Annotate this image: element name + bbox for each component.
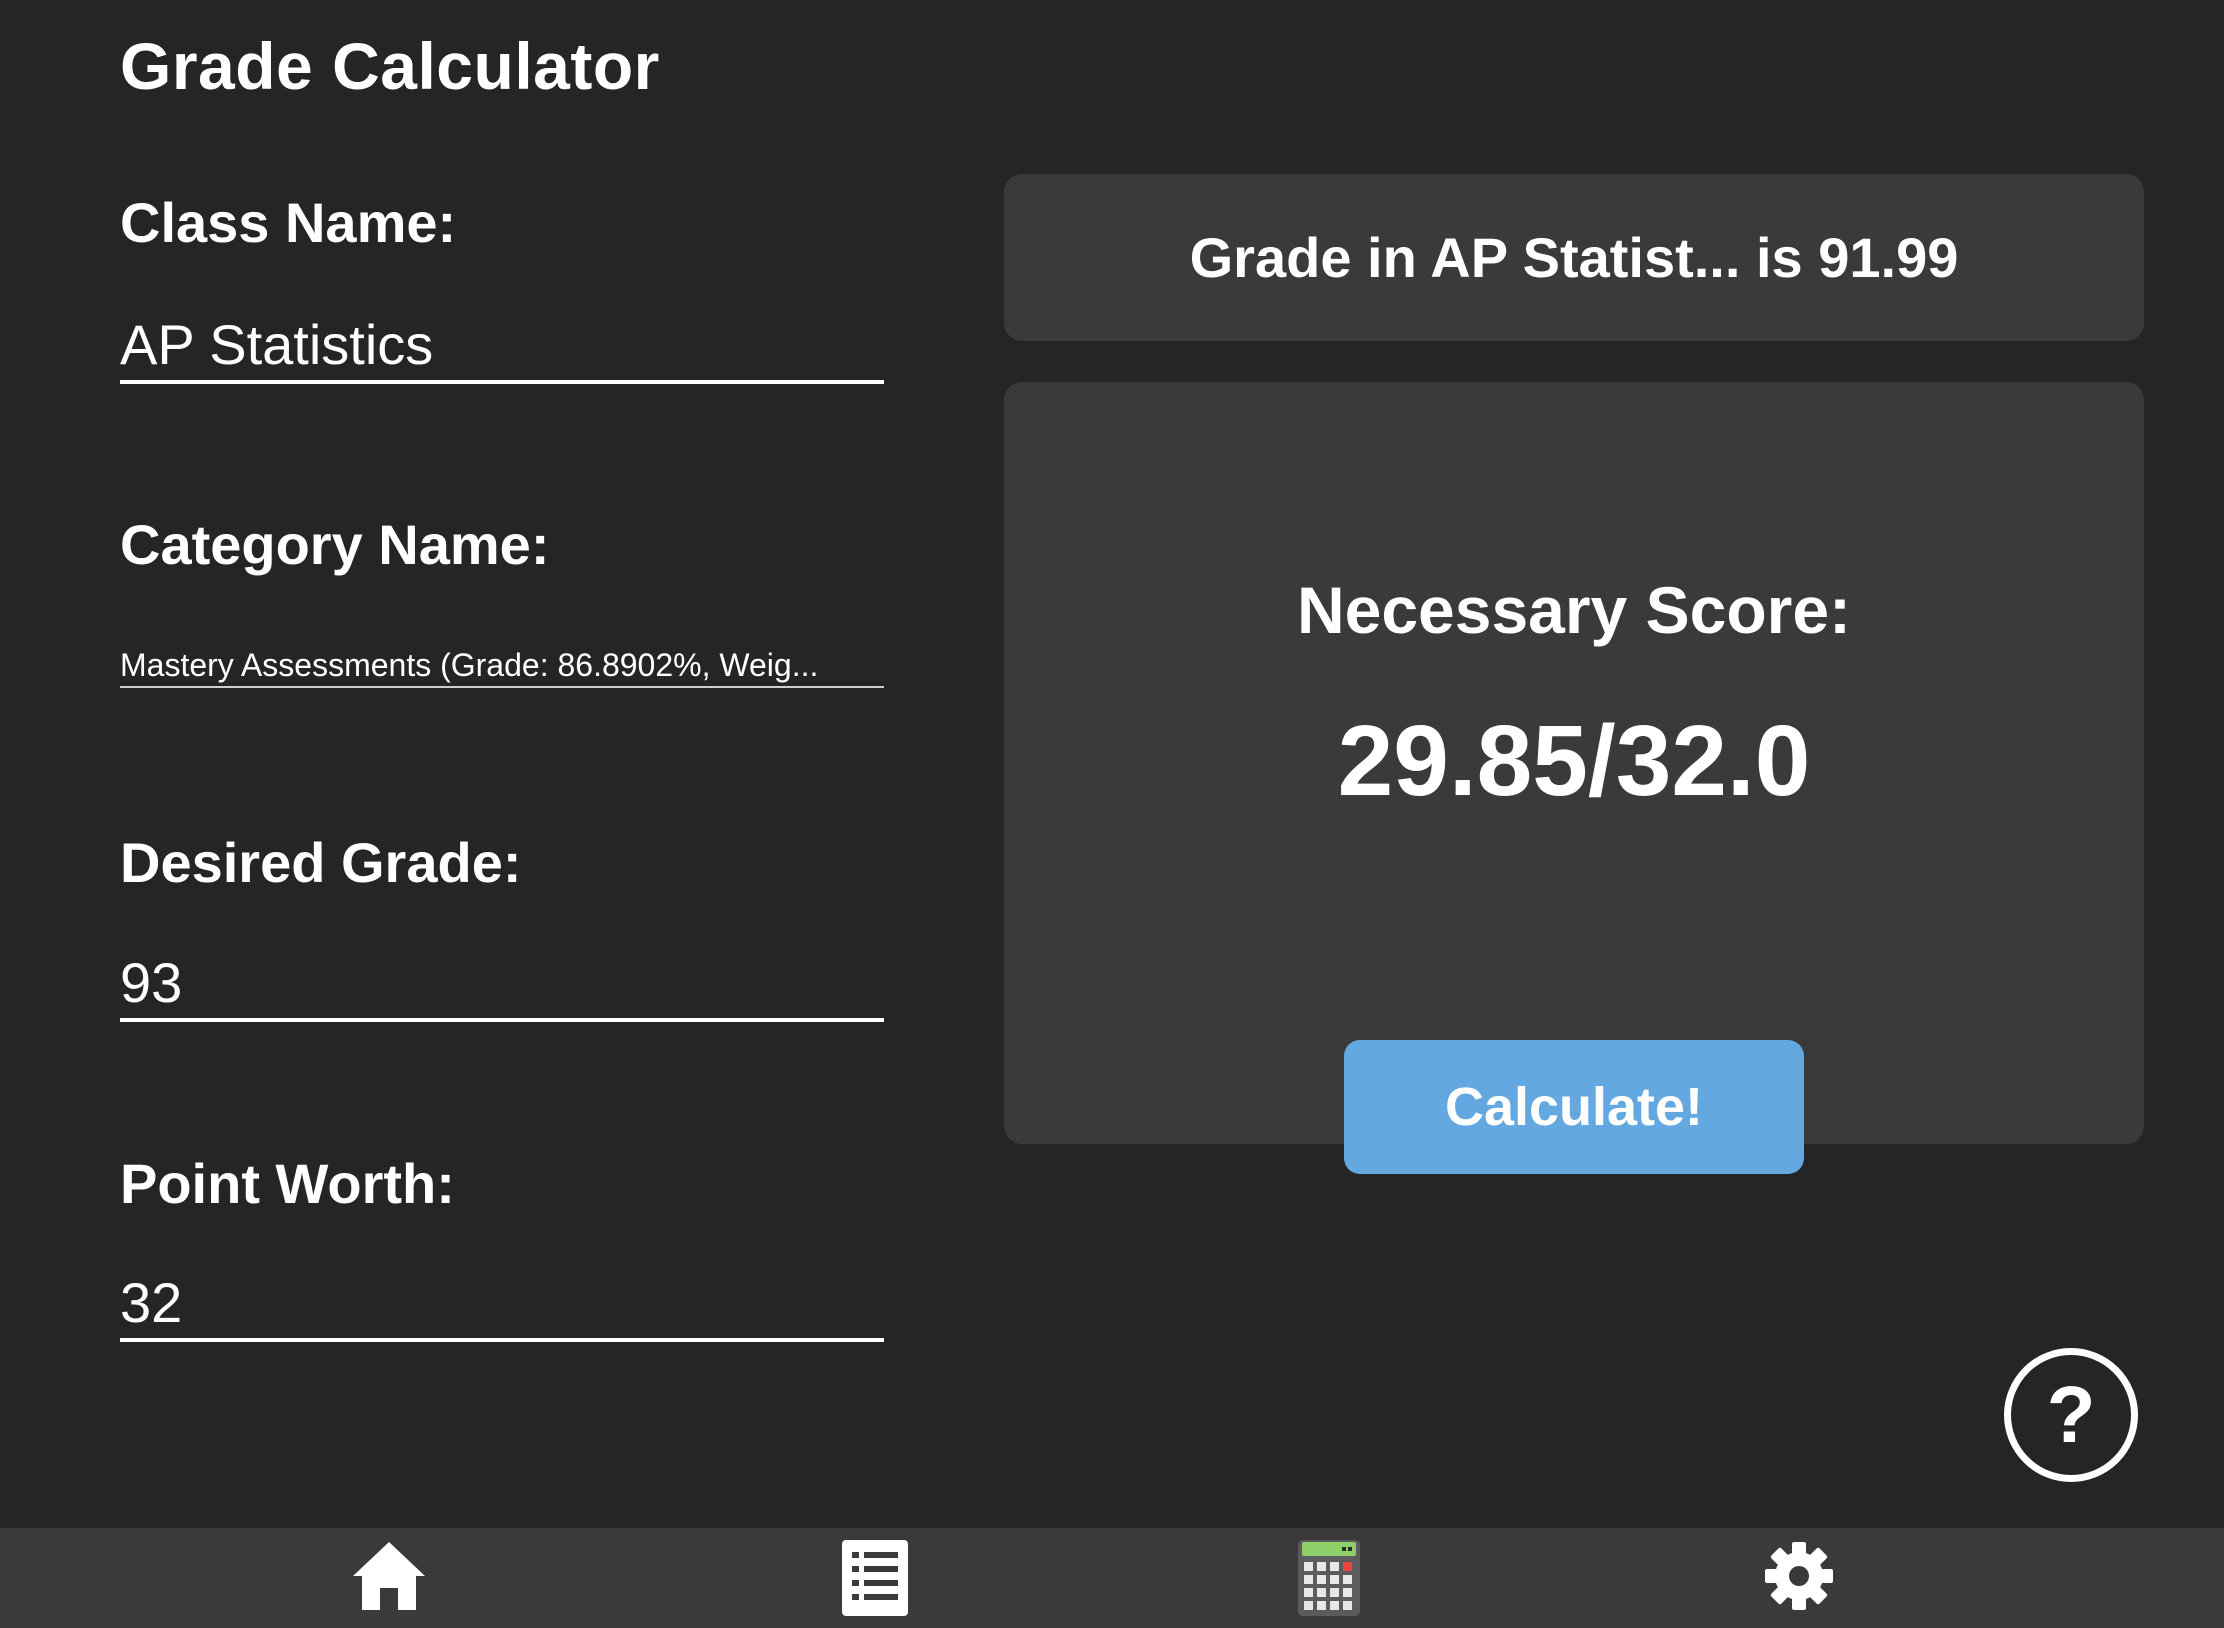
calculator-icon (1298, 1540, 1360, 1616)
page-title: Grade Calculator (120, 29, 660, 103)
current-grade-card: Grade in AP Statist... is 91.99 (1004, 174, 2144, 341)
help-icon: ? (2046, 1370, 2096, 1459)
tab-settings[interactable] (1754, 1538, 1844, 1628)
tab-list[interactable] (830, 1538, 920, 1628)
grade-calculator-screen: Grade Calculator Class Name: AP Statisti… (0, 0, 2224, 1628)
point-worth-label: Point Worth: (120, 1152, 455, 1215)
home-icon (353, 1542, 425, 1610)
necessary-score-card: Necessary Score: 29.85/32.0 (1004, 382, 2144, 1144)
tab-calculator[interactable] (1284, 1538, 1374, 1628)
class-name-field[interactable]: AP Statistics (120, 310, 884, 384)
category-name-label: Category Name: (120, 513, 550, 576)
list-icon (842, 1540, 908, 1616)
necessary-score-value: 29.85/32.0 (1337, 705, 1811, 817)
category-name-field[interactable]: Mastery Assessments (Grade: 86.8902%, We… (120, 644, 884, 688)
point-worth-field[interactable]: 32 (120, 1268, 884, 1342)
calculate-button[interactable]: Calculate! (1344, 1040, 1804, 1174)
necessary-score-label: Necessary Score: (1296, 573, 1852, 647)
gear-icon (1765, 1542, 1833, 1610)
tab-bar (0, 1528, 2224, 1628)
desired-grade-field[interactable]: 93 (120, 948, 884, 1022)
desired-grade-label: Desired Grade: (120, 831, 522, 894)
current-grade-text: Grade in AP Statist... is 91.99 (1189, 226, 1959, 289)
help-button[interactable]: ? (2004, 1348, 2138, 1482)
calculate-button-label: Calculate! (1444, 1077, 1704, 1137)
class-name-label: Class Name: (120, 191, 457, 254)
tab-home[interactable] (344, 1538, 434, 1628)
